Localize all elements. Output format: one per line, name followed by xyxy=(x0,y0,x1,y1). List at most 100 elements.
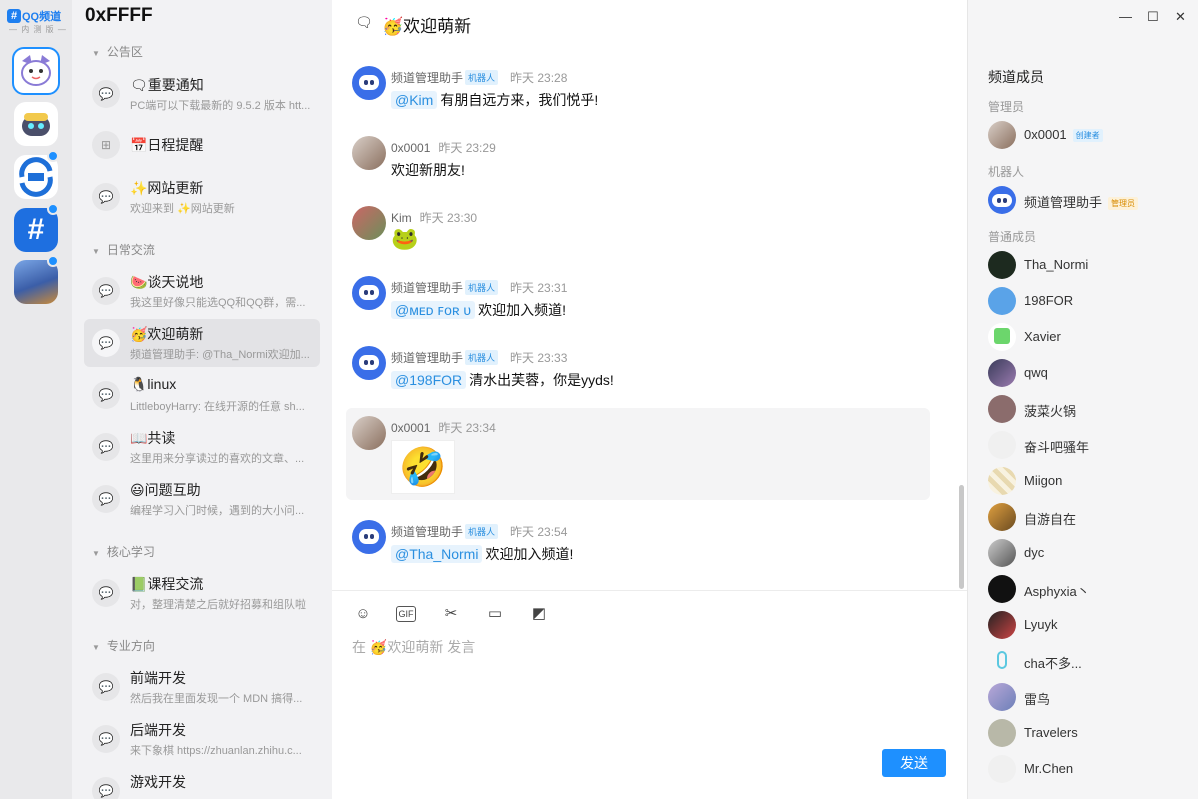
screen-share-icon[interactable]: ◩ xyxy=(528,603,550,625)
category-specialization[interactable]: ▼ 专业方向 xyxy=(92,637,155,654)
member-item[interactable]: 菠菜火锅 xyxy=(988,395,1188,425)
member-item[interactable]: 自游自在 xyxy=(988,503,1188,533)
author-name[interactable]: 频道管理助手 xyxy=(391,351,463,365)
member-item[interactable]: dyc xyxy=(988,539,1188,569)
folder-icon[interactable]: ▭ xyxy=(484,603,506,625)
bot-avatar[interactable] xyxy=(352,276,386,310)
avatar xyxy=(988,647,1016,675)
message-text: 欢迎加入频道! xyxy=(478,302,566,318)
avatar xyxy=(988,611,1016,639)
unread-dot xyxy=(47,255,59,267)
message-meta: 0x0001 昨天 23:34 xyxy=(391,419,496,436)
message-list[interactable]: 频道管理助手 机器人 昨天 23:28 @Kim 有朋自远方来，我们悦乎! 0x000… xyxy=(332,46,967,590)
category-core-learning[interactable]: ▼ 核心学习 xyxy=(92,543,155,560)
message-body: 欢迎新朋友! xyxy=(391,160,465,180)
member-item[interactable]: 频道管理助手 管理员 xyxy=(988,186,1188,216)
member-item[interactable]: Tha_Normi xyxy=(988,251,1188,281)
message: 频道管理助手 机器人 昨天 23:33 @198FOR 清水出芙蓉，你是yyds! xyxy=(346,344,930,404)
member-name: dyc xyxy=(1024,545,1045,560)
member-item[interactable]: Asphyxia丶 xyxy=(988,575,1188,605)
channel-item[interactable]: 💬 🐧linux LittleboyHarry: 在线开源的任意 sh... xyxy=(84,371,320,419)
member-item[interactable]: qwq xyxy=(988,359,1188,389)
channel-title: 📗课程交流 xyxy=(130,576,204,592)
user-avatar[interactable] xyxy=(352,416,386,450)
message-input[interactable]: 在 🥳欢迎萌新 发言 xyxy=(352,637,475,657)
member-name: Xavier xyxy=(1024,329,1061,344)
member-item[interactable]: 奋斗吧骚年 xyxy=(988,431,1188,461)
member-name: Asphyxia丶 xyxy=(1024,584,1090,599)
channel-item[interactable]: 💬 📖共读 这里用来分享读过的喜欢的文章、... xyxy=(84,423,320,471)
channel-item[interactable]: 💬 ✨网站更新 欢迎来到 ✨网站更新 xyxy=(84,173,320,221)
channel-title: 前端开发 xyxy=(130,670,186,686)
author-name[interactable]: Kim xyxy=(391,211,412,225)
emoji-icon[interactable]: ☺ xyxy=(352,603,374,625)
mention[interactable]: @Tha_Normi xyxy=(391,545,483,563)
channel-preview: 频道管理助手: @Tha_Normi欢迎加... xyxy=(130,349,310,361)
sticker-image[interactable]: 🤣 xyxy=(391,440,455,494)
channel-item[interactable]: 💬 前端开发 然后我在里面发现一个 MDN 搞得... xyxy=(84,663,320,711)
channel-list: 0xFFFF ▼ 公告区 💬 🗨重要通知 PC端可以下载最新的 9.5.2 版本 ht… xyxy=(72,0,332,799)
member-item[interactable]: Miigon xyxy=(988,467,1188,497)
member-item[interactable]: Xavier xyxy=(988,323,1188,353)
message-body: @Tha_Normi 欢迎加入频道! xyxy=(391,544,573,564)
bot-avatar[interactable] xyxy=(352,520,386,554)
author-name[interactable]: 频道管理助手 xyxy=(391,525,463,539)
guild-name[interactable]: 0xFFFF xyxy=(85,5,153,27)
scrollbar-thumb[interactable] xyxy=(959,485,964,589)
avatar xyxy=(988,755,1016,783)
member-item[interactable]: 雷鸟 xyxy=(988,683,1188,713)
channel-item[interactable]: 💬 🗨重要通知 PC端可以下载最新的 9.5.2 版本 htt... xyxy=(84,70,320,118)
cat-avatar-icon xyxy=(21,55,51,86)
chat-bubble-icon: 🗨 xyxy=(355,14,373,30)
author-name[interactable]: 0x0001 xyxy=(391,421,430,435)
channel-preview: 这里用来分享读过的喜欢的文章、... xyxy=(130,453,305,465)
channel-item[interactable]: 💬 后端开发 来下象棋 https://zhuanlan.zhihu.c... xyxy=(84,715,320,763)
scissors-icon[interactable]: ✂ xyxy=(440,603,462,625)
message-meta: 频道管理助手 机器人 昨天 23:28 xyxy=(391,69,567,86)
channel-title: 后端开发 xyxy=(130,722,186,738)
timestamp: 昨天 23:33 xyxy=(510,351,568,365)
category-label: 专业方向 xyxy=(106,639,155,653)
message: 频道管理助手 机器人 昨天 23:54 @Tha_Normi 欢迎加入频道! xyxy=(346,518,930,578)
member-name: Travelers xyxy=(1024,725,1078,740)
close-icon[interactable]: ✕ xyxy=(1175,9,1186,25)
channel-item[interactable]: 💬 📗课程交流 对，整理清楚之后就好招募和组队啦 xyxy=(84,569,320,617)
bot-avatar[interactable] xyxy=(352,346,386,380)
message-hovered: 0x0001 昨天 23:34 🤣 xyxy=(346,408,930,500)
group-label: 普通成员 xyxy=(988,230,1037,244)
server-icon-robot[interactable] xyxy=(14,102,58,146)
sticker[interactable]: 🐸 xyxy=(391,226,418,252)
channel-item[interactable]: 💬 游戏开发 xyxy=(84,767,320,799)
server-icon-0xffff[interactable] xyxy=(12,47,60,95)
maximize-icon[interactable]: ☐ xyxy=(1147,9,1159,25)
chat-bubble-icon: 💬 xyxy=(92,277,120,305)
category-label: 日常交流 xyxy=(106,243,155,257)
minimize-icon[interactable]: — xyxy=(1119,9,1132,24)
channel-item[interactable]: 💬 😃问题互助 编程学习入门时候，遇到的大小问... xyxy=(84,475,320,523)
bot-avatar[interactable] xyxy=(352,66,386,100)
mention[interactable]: @ᴍᴇᴅ ꜰᴏʀ ᴜ xyxy=(391,301,476,319)
channel-item[interactable]: 💬 🍉谈天说地 我这里好像只能选QQ和QQ群，需... xyxy=(84,267,320,315)
member-item[interactable]: 198FOR xyxy=(988,287,1188,317)
member-item[interactable]: 0x0001 创建者 xyxy=(988,121,1188,151)
member-item[interactable]: Mr.Chen xyxy=(988,755,1188,785)
category-daily-chat[interactable]: ▼ 日常交流 xyxy=(92,241,155,258)
member-item[interactable]: cha不多... xyxy=(988,647,1188,677)
mention[interactable]: @198FOR xyxy=(391,371,467,389)
author-name[interactable]: 0x0001 xyxy=(391,141,430,155)
send-button[interactable]: 发送 xyxy=(882,749,946,777)
channel-item[interactable]: ⊞ 📅日程提醒 xyxy=(84,121,320,169)
author-name[interactable]: 频道管理助手 xyxy=(391,281,463,295)
mention[interactable]: @Kim xyxy=(391,91,438,109)
channel-item-selected[interactable]: 💬 🥳欢迎萌新 频道管理助手: @Tha_Normi欢迎加... xyxy=(84,319,320,367)
member-item[interactable]: Lyuyk xyxy=(988,611,1188,641)
user-avatar[interactable] xyxy=(352,206,386,240)
category-announcements[interactable]: ▼ 公告区 xyxy=(92,43,143,60)
gif-icon[interactable]: GIF xyxy=(396,606,416,622)
user-avatar[interactable] xyxy=(352,136,386,170)
author-name[interactable]: 频道管理助手 xyxy=(391,71,463,85)
channel-title: 🗨重要通知 xyxy=(130,77,204,93)
channel-preview: 编程学习入门时候，遇到的大小问... xyxy=(130,505,305,517)
member-item[interactable]: Travelers xyxy=(988,719,1188,749)
chat-bubble-icon: 💬 xyxy=(92,329,120,357)
